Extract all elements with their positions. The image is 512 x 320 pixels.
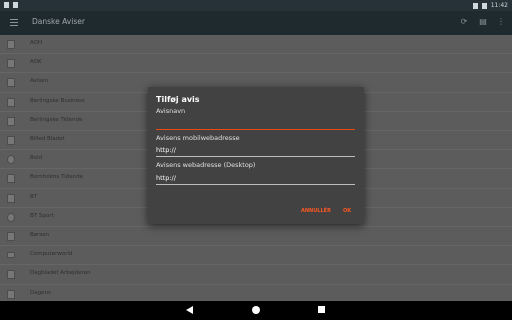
refresh-icon[interactable]: ⟳ bbox=[460, 17, 468, 26]
status-time: 11:42 bbox=[490, 2, 508, 9]
newspaper-icon bbox=[7, 116, 15, 126]
desktop-url-label: Avisens webadresse (Desktop) bbox=[156, 161, 256, 169]
menu-icon[interactable] bbox=[10, 19, 18, 26]
list-item-label: Avisen bbox=[30, 78, 48, 85]
desktop-url-input[interactable]: http:// bbox=[156, 174, 355, 185]
list-item[interactable]: AOH bbox=[0, 35, 512, 55]
newspaper-icon bbox=[7, 174, 15, 184]
newspaper-icon bbox=[7, 59, 15, 69]
list-item[interactable]: Børsen bbox=[0, 227, 512, 247]
list-item-label: Berlingske Business bbox=[30, 97, 85, 104]
add-file-icon[interactable]: ▤ bbox=[479, 17, 487, 26]
list-item-label: Dagens bbox=[30, 289, 51, 296]
add-newspaper-dialog: Tilføj avis Avisnavn Avisens mobilwebadr… bbox=[148, 87, 364, 224]
cancel-button[interactable]: ANNULLÉR bbox=[301, 208, 331, 214]
newspaper-icon bbox=[7, 193, 15, 203]
list-item-label: Bornholms Tidende bbox=[30, 174, 84, 181]
newspaper-icon bbox=[7, 136, 15, 145]
ok-button[interactable]: OK bbox=[343, 208, 351, 214]
list-item-label: AOK bbox=[30, 59, 42, 66]
dialog-title: Tilføj avis bbox=[156, 95, 200, 104]
list-item-label: AOH bbox=[30, 40, 43, 46]
notification-icon bbox=[4, 2, 9, 8]
monitor-icon bbox=[7, 252, 15, 259]
list-item-label: Computerworld bbox=[30, 251, 73, 258]
signal-icon bbox=[472, 2, 478, 9]
list-item[interactable]: Dagbladet Arbejderen bbox=[0, 265, 512, 285]
recent-apps-icon[interactable] bbox=[318, 306, 325, 313]
newspaper-icon bbox=[7, 78, 15, 88]
newspaper-icon bbox=[7, 270, 15, 280]
newspaper-icon bbox=[7, 97, 15, 107]
overflow-menu-icon[interactable]: ⋮ bbox=[497, 17, 505, 26]
list-item-label: BT bbox=[30, 193, 38, 200]
name-label: Avisnavn bbox=[156, 107, 186, 115]
mobile-url-label: Avisens mobilwebadresse bbox=[156, 134, 240, 142]
newspaper-icon bbox=[7, 289, 15, 299]
list-item-label: Berlingske Tidende bbox=[30, 116, 83, 123]
newspaper-icon bbox=[7, 232, 15, 241]
app-title: Danske Aviser bbox=[32, 17, 85, 26]
list-item-label: Billed Bladet bbox=[30, 136, 65, 142]
list-item[interactable]: AOK bbox=[0, 54, 512, 74]
home-icon[interactable] bbox=[252, 306, 260, 314]
list-item-label: Dagbladet Arbejderen bbox=[30, 270, 91, 277]
list-item-label: Bold bbox=[30, 155, 43, 162]
list-item-label: Børsen bbox=[30, 232, 50, 238]
list-item[interactable]: Computerworld bbox=[0, 246, 512, 266]
mobile-url-input[interactable]: http:// bbox=[156, 146, 355, 157]
battery-icon bbox=[481, 2, 487, 9]
soccer-ball-icon bbox=[7, 212, 15, 222]
list-item-label: BT Sport bbox=[30, 212, 54, 219]
sim-icon bbox=[13, 2, 18, 8]
back-icon[interactable] bbox=[186, 306, 193, 314]
soccer-ball-icon bbox=[7, 155, 15, 165]
name-input[interactable] bbox=[156, 119, 355, 130]
newspaper-icon bbox=[7, 40, 15, 49]
status-bar: 11:42 bbox=[0, 0, 512, 11]
